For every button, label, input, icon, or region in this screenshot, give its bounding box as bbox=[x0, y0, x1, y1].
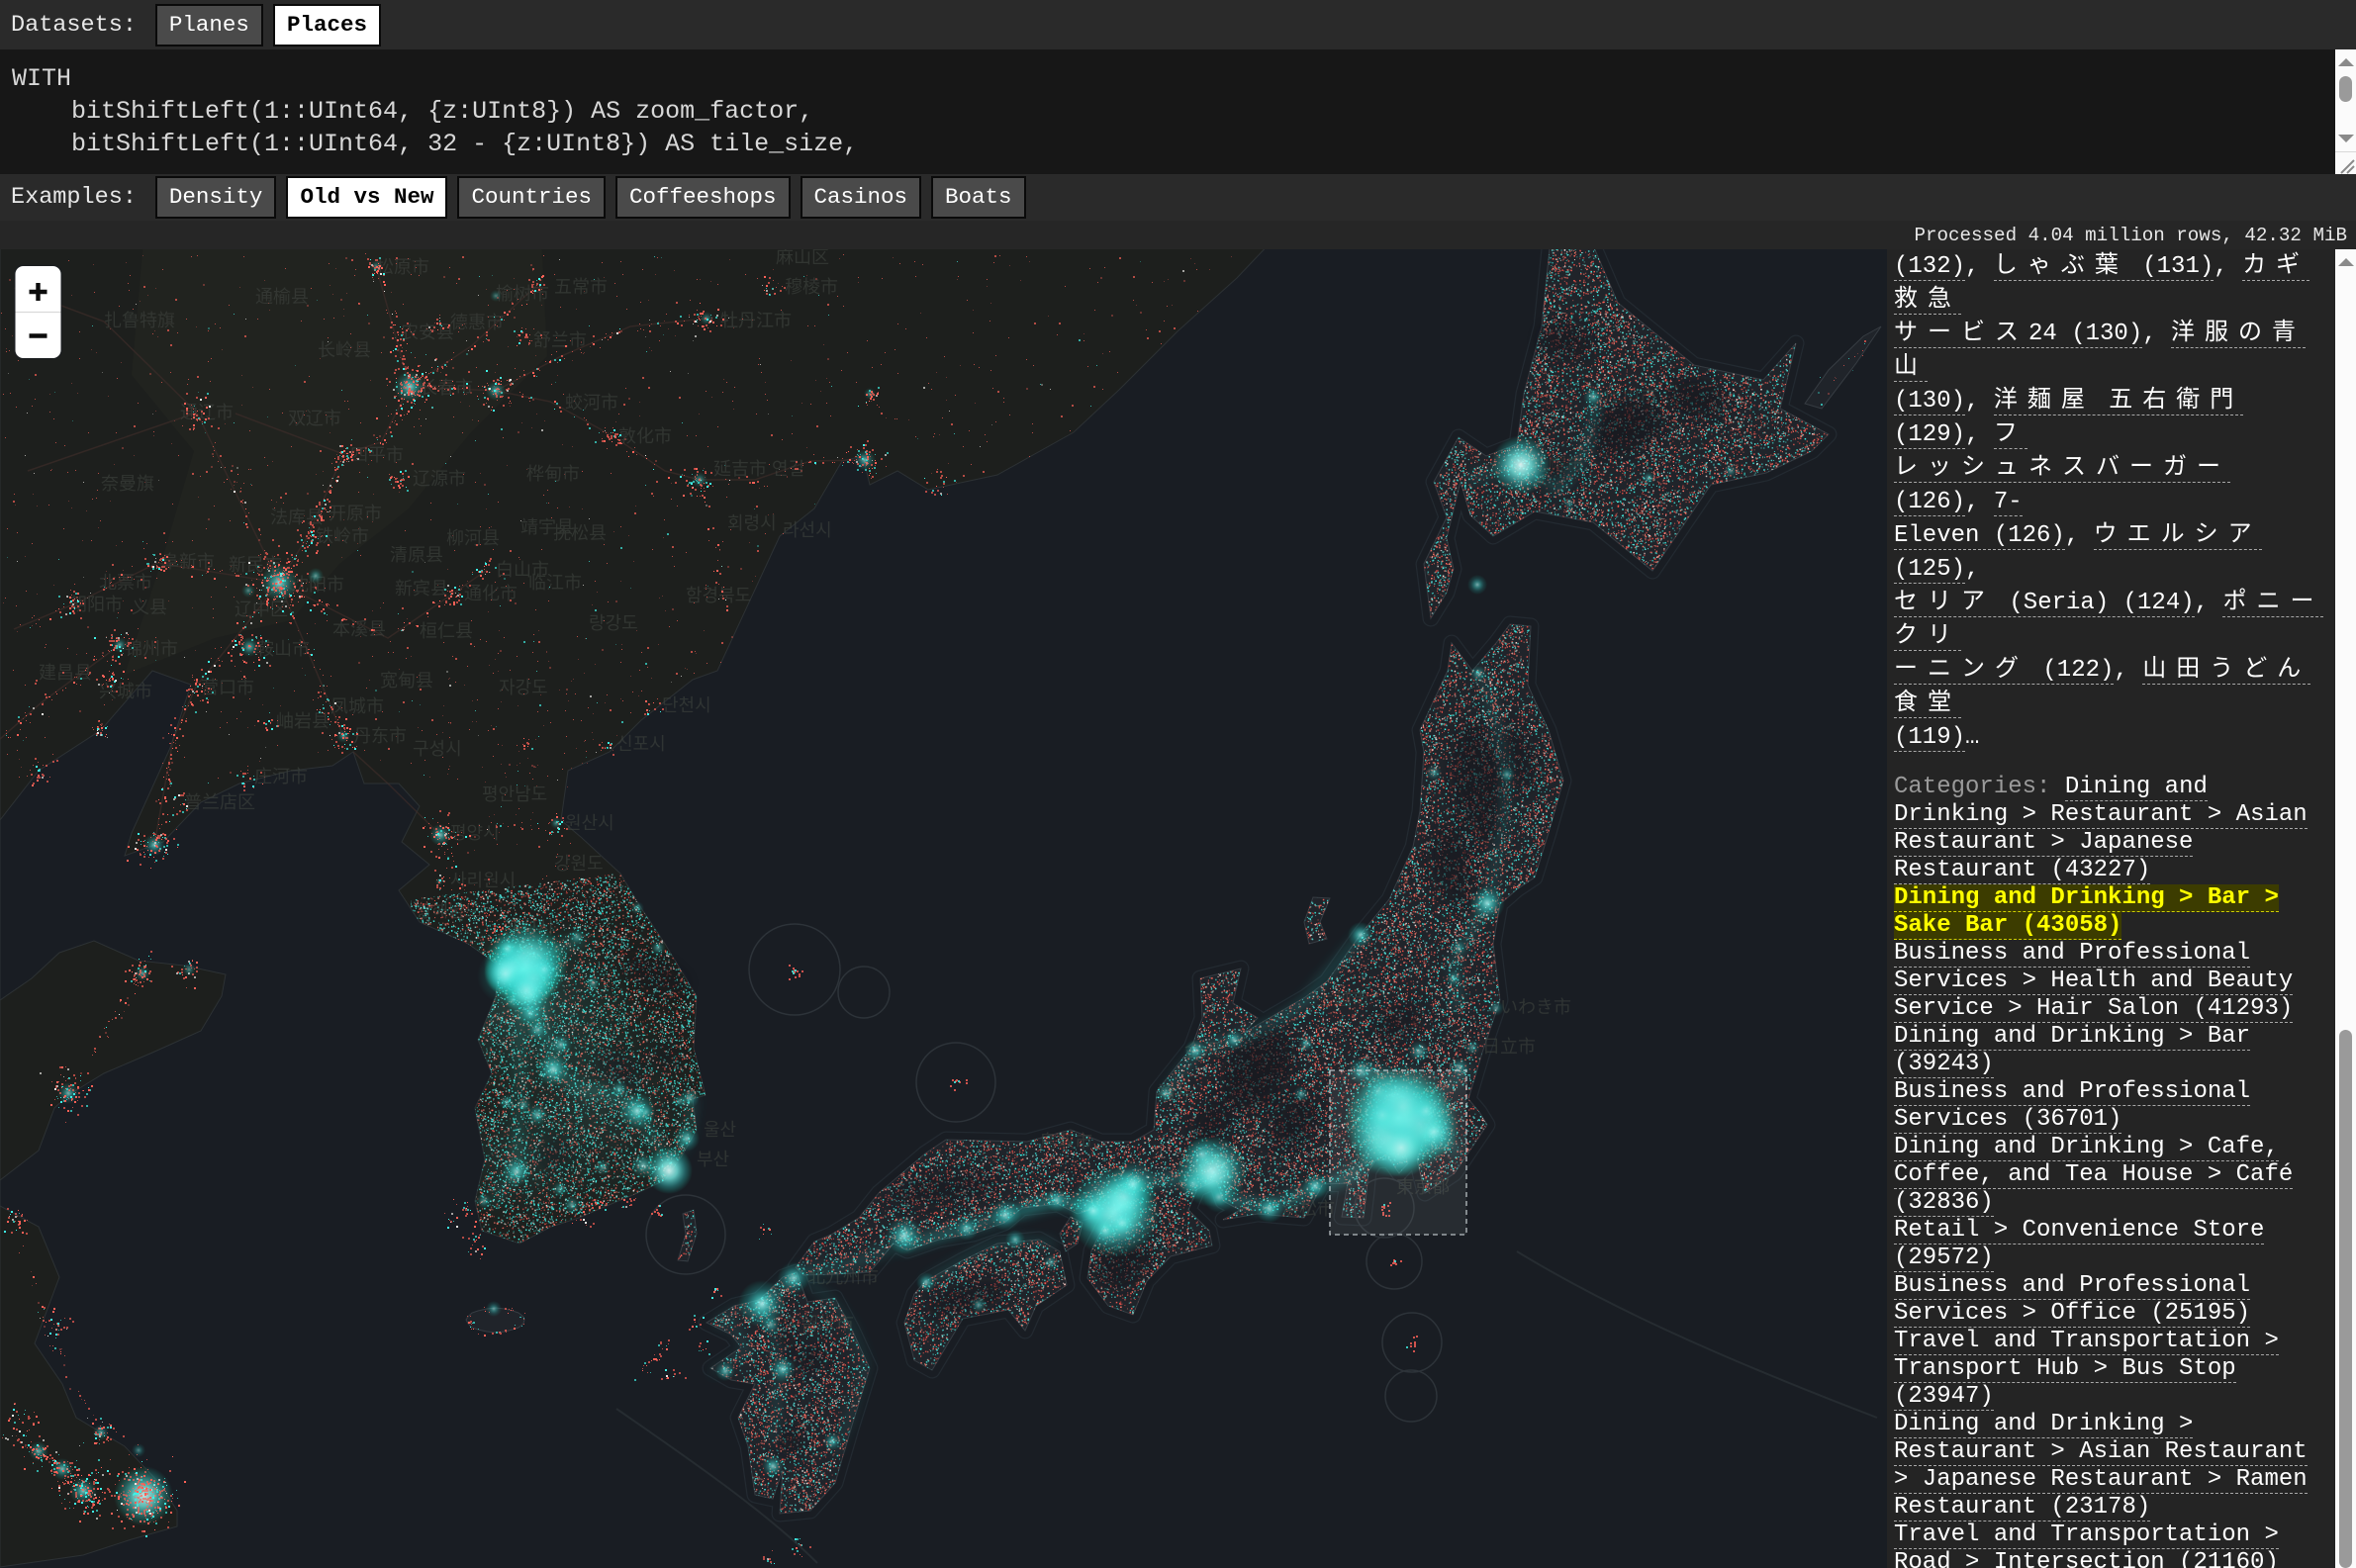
svg-text:桦甸市: 桦甸市 bbox=[526, 464, 580, 484]
svg-text:四平市: 四平市 bbox=[350, 445, 404, 465]
svg-text:울산: 울산 bbox=[704, 1120, 736, 1140]
svg-text:蛟河市: 蛟河市 bbox=[565, 393, 618, 413]
svg-text:扎鲁特旗: 扎鲁特旗 bbox=[104, 311, 175, 330]
svg-text:岫岩县: 岫岩县 bbox=[276, 711, 330, 731]
svg-text:신포시: 신포시 bbox=[616, 734, 666, 754]
svg-text:五常市: 五常市 bbox=[554, 277, 608, 297]
svg-text:丹东市: 丹东市 bbox=[353, 726, 407, 746]
svg-text:日立市: 日立市 bbox=[1482, 1037, 1536, 1057]
svg-text:량강도: 량강도 bbox=[589, 613, 638, 633]
svg-text:奈曼旗: 奈曼旗 bbox=[101, 474, 154, 494]
svg-text:铁岭市: 铁岭市 bbox=[316, 526, 369, 546]
svg-text:靖宇县: 靖宇县 bbox=[520, 517, 574, 537]
svg-text:柳河县: 柳河县 bbox=[446, 528, 500, 548]
svg-text:长岭县: 长岭县 bbox=[318, 340, 371, 360]
svg-text:いわき市: いわき市 bbox=[1500, 997, 1571, 1017]
svg-text:榆树市: 榆树市 bbox=[496, 284, 549, 304]
svg-text:义县: 义县 bbox=[132, 598, 167, 617]
svg-text:凤城市: 凤城市 bbox=[330, 696, 384, 716]
svg-text:桓仁县: 桓仁县 bbox=[420, 621, 473, 641]
svg-text:원산시: 원산시 bbox=[565, 813, 614, 833]
svg-text:双辽市: 双辽市 bbox=[288, 409, 341, 428]
svg-text:강원도: 강원도 bbox=[554, 854, 604, 874]
svg-text:穆棱市: 穆棱市 bbox=[785, 277, 838, 297]
svg-text:敦化市: 敦化市 bbox=[618, 426, 672, 446]
svg-text:평안남도: 평안남도 bbox=[482, 784, 547, 804]
svg-text:구성시: 구성시 bbox=[413, 739, 462, 759]
svg-text:牡丹江市: 牡丹江市 bbox=[720, 311, 792, 330]
svg-text:부산: 부산 bbox=[697, 1150, 729, 1169]
svg-text:宽甸县: 宽甸县 bbox=[380, 671, 433, 691]
svg-text:함경북도: 함경북도 bbox=[686, 586, 751, 605]
svg-text:麻山区: 麻山区 bbox=[776, 249, 829, 267]
svg-text:단천시: 단천시 bbox=[662, 695, 711, 715]
svg-text:清原县: 清原县 bbox=[390, 545, 443, 565]
svg-text:农安县: 农安县 bbox=[401, 323, 454, 342]
svg-text:普兰店区: 普兰店区 bbox=[184, 792, 255, 812]
svg-text:라선시: 라선시 bbox=[783, 520, 832, 540]
svg-text:建昌县: 建昌县 bbox=[39, 663, 92, 683]
svg-text:北票市: 北票市 bbox=[99, 573, 152, 593]
svg-text:德惠市: 德惠市 bbox=[450, 313, 504, 332]
svg-text:舒兰市: 舒兰市 bbox=[533, 330, 587, 350]
svg-text:通榆县: 通榆县 bbox=[255, 287, 309, 307]
svg-text:회령시: 회령시 bbox=[727, 513, 777, 533]
svg-text:兴城市: 兴城市 bbox=[99, 682, 152, 701]
svg-text:本溪县: 本溪县 bbox=[332, 619, 386, 639]
svg-text:辽中区: 辽中区 bbox=[235, 600, 288, 619]
svg-text:辽源市: 辽源市 bbox=[413, 469, 466, 489]
svg-text:临江市: 临江市 bbox=[528, 573, 582, 593]
svg-text:新宾县: 新宾县 bbox=[395, 579, 448, 599]
svg-text:开原市: 开原市 bbox=[329, 504, 382, 523]
